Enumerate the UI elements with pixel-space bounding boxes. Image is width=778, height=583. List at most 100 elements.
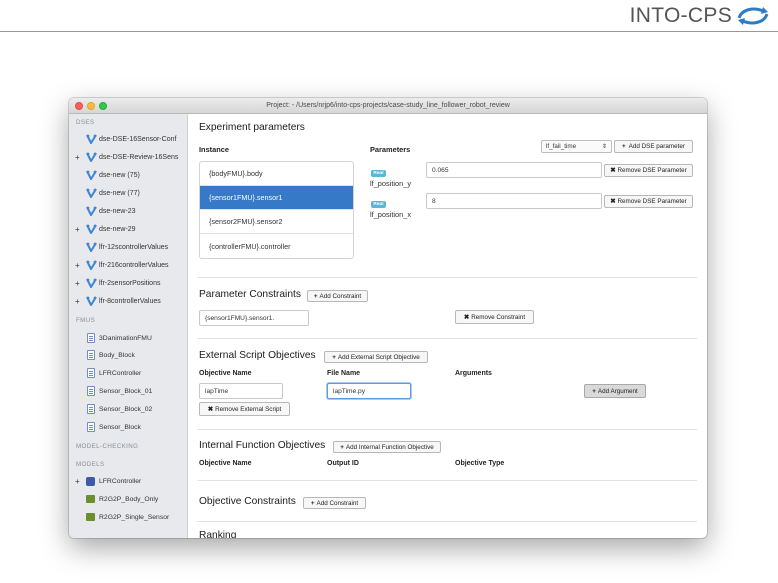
sidebar-item-dse[interactable]: dse-new (75)	[69, 167, 187, 183]
parameters-header: Parameters	[370, 145, 411, 154]
sidebar-item-fmu[interactable]: Sensor_Block_01	[69, 383, 187, 399]
add-objective-constraint-button[interactable]: + Add Constraint	[303, 497, 366, 509]
constraint-input[interactable]: {sensor1FMU}.sensor1.	[199, 310, 309, 326]
section-model-checking: MODEL-CHECKING	[76, 442, 139, 450]
objective-constraints-title: Objective Constraints	[199, 496, 296, 507]
file-icon	[87, 404, 95, 414]
remove-constraint-button[interactable]: ✖ Remove Constraint	[455, 310, 534, 324]
real-type-badge: Real	[371, 170, 386, 177]
section-divider	[197, 338, 697, 339]
plus-icon: +	[332, 353, 336, 361]
add-internal-function-objective-button[interactable]: + Add Internal Function Objective	[333, 441, 441, 453]
dse-icon	[86, 152, 97, 162]
dse-icon	[86, 296, 97, 306]
plus-icon: +	[340, 443, 344, 451]
add-dse-parameter-button[interactable]: + Add DSE parameter	[614, 140, 693, 153]
instance-item[interactable]: {controllerFMU}.controller	[200, 234, 353, 258]
remove-dse-parameter-button[interactable]: ✖ Remove DSE Parameter	[604, 164, 693, 177]
sidebar-item-dse[interactable]: + lfr-216controllerValues	[69, 257, 187, 273]
parameter-value-input[interactable]: 0.065	[426, 162, 602, 178]
real-type-badge: Real	[371, 201, 386, 208]
col-arguments: Arguments	[455, 370, 492, 377]
instance-item-selected[interactable]: {sensor1FMU}.sensor1	[200, 186, 353, 210]
file-name-input[interactable]: lapTime.py	[327, 383, 411, 399]
section-divider	[197, 521, 697, 522]
header-rule	[0, 31, 778, 32]
window-title: Project: - /Users/nrjp6/into-cps-project…	[266, 102, 510, 109]
section-fmus: FMUS	[76, 316, 96, 324]
objective-name-input[interactable]: lapTime	[199, 383, 283, 399]
internal-function-objectives-title: Internal Function Objectives	[199, 440, 326, 451]
file-icon	[87, 350, 95, 360]
experiment-parameters-title: Experiment parameters	[199, 122, 305, 133]
section-dses: DSES	[76, 118, 95, 126]
dse-editor: Experiment parameters Instance Parameter…	[189, 114, 707, 538]
expand-icon[interactable]: +	[75, 225, 81, 234]
section-models: MODELS	[76, 460, 105, 468]
section-divider	[197, 277, 697, 278]
instance-list: {bodyFMU}.body {sensor1FMU}.sensor1 {sen…	[199, 161, 354, 259]
sidebar-item-fmu[interactable]: Sensor_Block_02	[69, 401, 187, 417]
remove-icon: ✖	[463, 313, 470, 321]
add-constraint-button[interactable]: + Add Constraint	[307, 290, 368, 302]
ranking-title: Ranking	[199, 530, 237, 538]
expand-icon[interactable]: +	[75, 261, 81, 270]
dse-icon	[86, 278, 97, 288]
sidebar-item-dse[interactable]: + dse-DSE-Review-16Sens	[69, 149, 187, 165]
add-argument-button[interactable]: + Add Argument	[584, 384, 646, 398]
remove-external-script-button[interactable]: ✖ Remove External Script	[199, 402, 290, 416]
model-icon	[86, 476, 95, 486]
col-objective-name: Objective Name	[199, 460, 252, 467]
sidebar-item-model[interactable]: + LFRController	[69, 473, 187, 489]
expand-icon[interactable]: +	[75, 477, 81, 486]
parameter-name: lf_position_x	[370, 210, 412, 219]
instance-item[interactable]: {sensor2FMU}.sensor2	[200, 210, 353, 234]
sidebar-item-dse[interactable]: + lfr-8controllerValues	[69, 293, 187, 309]
parameter-name: lf_position_y	[370, 179, 412, 188]
parameter-value-input[interactable]: 8	[426, 193, 602, 209]
file-icon	[87, 333, 95, 343]
instance-item[interactable]: {bodyFMU}.body	[200, 162, 353, 186]
dse-icon	[86, 224, 97, 234]
plus-icon: +	[313, 292, 318, 300]
select-arrows-icon: ⇕	[601, 144, 607, 150]
titlebar: Project: - /Users/nrjp6/into-cps-project…	[69, 98, 707, 114]
parameter-constraints-title: Parameter Constraints	[199, 289, 301, 300]
sidebar-item-dse[interactable]: dse-DSE-16Sensor-Conf	[69, 131, 187, 147]
dse-icon	[86, 170, 97, 180]
remove-icon: ✖	[610, 198, 616, 205]
col-objective-name: Objective Name	[199, 370, 252, 377]
sidebar-item-fmu[interactable]: 3DanimationFMU	[69, 330, 187, 346]
sidebar-item-fmu[interactable]: LFRController	[69, 365, 187, 381]
sidebar-item-dse[interactable]: dse-new-23	[69, 203, 187, 219]
sidebar-item-dse[interactable]: lfr-12scontrollerValues	[69, 239, 187, 255]
plus-icon: +	[621, 143, 626, 150]
into-cps-logo-icon	[737, 7, 769, 25]
sidebar-item-fmu[interactable]: Sensor_Block	[69, 419, 187, 435]
remove-icon: ✖	[207, 405, 214, 413]
expand-icon[interactable]: +	[75, 153, 81, 162]
project-sidebar: DSES dse-DSE-16Sensor-Conf + dse-DSE-Rev…	[69, 114, 188, 538]
sidebar-item-dse[interactable]: dse-new (77)	[69, 185, 187, 201]
sidebar-item-dse[interactable]: + dse-new-29	[69, 221, 187, 237]
brand: INTO-CPS	[630, 4, 770, 28]
add-external-script-objective-button[interactable]: + Add External Script Objective	[324, 351, 428, 363]
col-output-id: Output ID	[327, 460, 359, 467]
sidebar-item-dse[interactable]: + lfr-2sensorPositions	[69, 275, 187, 291]
parameter-select[interactable]: lf_fail_time ⇕	[541, 140, 612, 153]
col-objective-type: Objective Type	[455, 460, 505, 467]
file-icon	[87, 368, 95, 378]
sidebar-item-fmu[interactable]: Body_Block	[69, 347, 187, 363]
file-icon	[87, 422, 95, 432]
model-icon	[86, 495, 95, 503]
sidebar-item-model[interactable]: R2G2P_Body_Only	[69, 491, 187, 507]
sidebar-item-model[interactable]: R2G2P_Single_Sensor	[69, 509, 187, 525]
model-icon	[86, 513, 95, 521]
expand-icon[interactable]: +	[75, 297, 81, 306]
instance-header: Instance	[199, 145, 229, 154]
brand-name: INTO-CPS	[629, 4, 732, 27]
col-file-name: File Name	[327, 370, 361, 377]
remove-dse-parameter-button[interactable]: ✖ Remove DSE Parameter	[604, 195, 693, 208]
remove-icon: ✖	[610, 167, 616, 174]
expand-icon[interactable]: +	[75, 279, 81, 288]
